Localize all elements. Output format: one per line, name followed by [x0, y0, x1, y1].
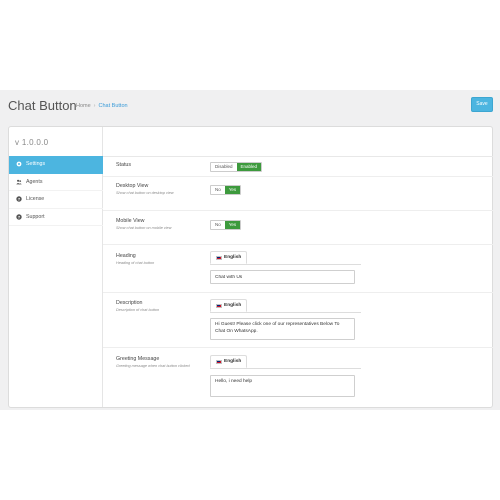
- desktop-view-label: Desktop View: [116, 183, 149, 189]
- settings-content: Status Disabled Enabled Desktop View Sho…: [103, 127, 493, 407]
- mobile-view-no-option[interactable]: No: [211, 221, 225, 229]
- uk-flag-icon: [216, 255, 222, 260]
- save-button[interactable]: Save: [471, 97, 493, 112]
- desktop-view-row: Desktop View Show chat button on desktop…: [103, 177, 493, 211]
- desktop-view-toggle: No Yes: [210, 185, 242, 195]
- status-enabled-option[interactable]: Enabled: [236, 163, 262, 171]
- mobile-view-toggle: No Yes: [210, 220, 242, 230]
- page-title: Chat Button: [8, 98, 77, 113]
- sidebar-item-license[interactable]: ? License: [9, 191, 103, 209]
- settings-panel: v 1.0.0.0 Settings Agents ? License ? Su…: [8, 126, 493, 408]
- sidebar-item-label: Support: [26, 213, 45, 220]
- heading-row: Heading Heading of chat button English: [103, 245, 493, 293]
- mobile-view-label: Mobile View: [116, 218, 145, 224]
- status-label: Status: [116, 162, 132, 168]
- greeting-help: Greeting message when chat button clicke…: [116, 364, 190, 368]
- question-circle-icon: ?: [15, 196, 22, 203]
- greeting-language-tab[interactable]: English: [210, 355, 248, 368]
- breadcrumb-current[interactable]: Chat Button: [99, 103, 128, 109]
- mobile-view-row: Mobile View Show chat button on mobile v…: [103, 211, 493, 245]
- heading-help: Heading of chat button: [116, 261, 155, 265]
- gear-icon: [15, 161, 22, 168]
- breadcrumb-separator: ›: [93, 103, 96, 109]
- mobile-view-yes-option[interactable]: Yes: [224, 221, 241, 229]
- desktop-view-yes-option[interactable]: Yes: [224, 186, 241, 194]
- sidebar-item-label: Agents: [26, 178, 43, 185]
- sidebar-item-settings[interactable]: Settings: [9, 156, 103, 174]
- uk-flag-icon: [216, 303, 222, 308]
- description-language-tab[interactable]: English: [210, 299, 248, 312]
- description-help: Description of chat button: [116, 308, 160, 312]
- question-circle-icon: ?: [15, 213, 22, 220]
- greeting-textarea[interactable]: Hello, i need help: [210, 375, 355, 397]
- heading-input[interactable]: [210, 270, 355, 284]
- divider: [210, 264, 361, 265]
- description-textarea[interactable]: Hi Guest! Please click one of our repres…: [210, 318, 355, 340]
- breadcrumb-home[interactable]: Home: [76, 103, 91, 109]
- heading-label: Heading: [116, 253, 136, 259]
- sidebar-item-label: Settings: [26, 161, 46, 168]
- sidebar-nav: Settings Agents ? License ? Support: [9, 156, 103, 226]
- desktop-view-no-option[interactable]: No: [211, 186, 225, 194]
- app-window: Chat Button Home › Chat Button Save v 1.0.…: [0, 90, 500, 410]
- sidebar: v 1.0.0.0 Settings Agents ? License ? Su…: [9, 127, 103, 407]
- description-language-label: English: [224, 302, 242, 308]
- version-label: v 1.0.0.0: [15, 138, 49, 147]
- divider: [210, 368, 361, 369]
- breadcrumb: Home › Chat Button: [76, 103, 128, 109]
- status-disabled-option[interactable]: Disabled: [211, 163, 237, 171]
- desktop-view-help: Show chat button on desktop view: [116, 191, 174, 195]
- description-label: Description: [116, 300, 143, 306]
- users-icon: [15, 178, 22, 185]
- heading-language-tab[interactable]: English: [210, 251, 248, 264]
- sidebar-item-agents[interactable]: Agents: [9, 174, 103, 191]
- greeting-row: Greeting Message Greeting message when c…: [103, 348, 493, 409]
- svg-text:?: ?: [17, 197, 19, 202]
- heading-language-label: English: [224, 254, 242, 260]
- status-toggle: Disabled Enabled: [210, 162, 263, 172]
- svg-text:?: ?: [17, 214, 19, 219]
- greeting-language-label: English: [224, 358, 242, 364]
- greeting-label: Greeting Message: [116, 356, 160, 362]
- uk-flag-icon: [216, 359, 222, 364]
- sidebar-item-label: License: [26, 196, 45, 203]
- description-row: Description Description of chat button E…: [103, 293, 493, 348]
- status-row: Status Disabled Enabled: [103, 156, 493, 177]
- mobile-view-help: Show chat button on mobile view: [116, 226, 172, 230]
- sidebar-item-support[interactable]: ? Support: [9, 209, 103, 226]
- divider: [210, 312, 361, 313]
